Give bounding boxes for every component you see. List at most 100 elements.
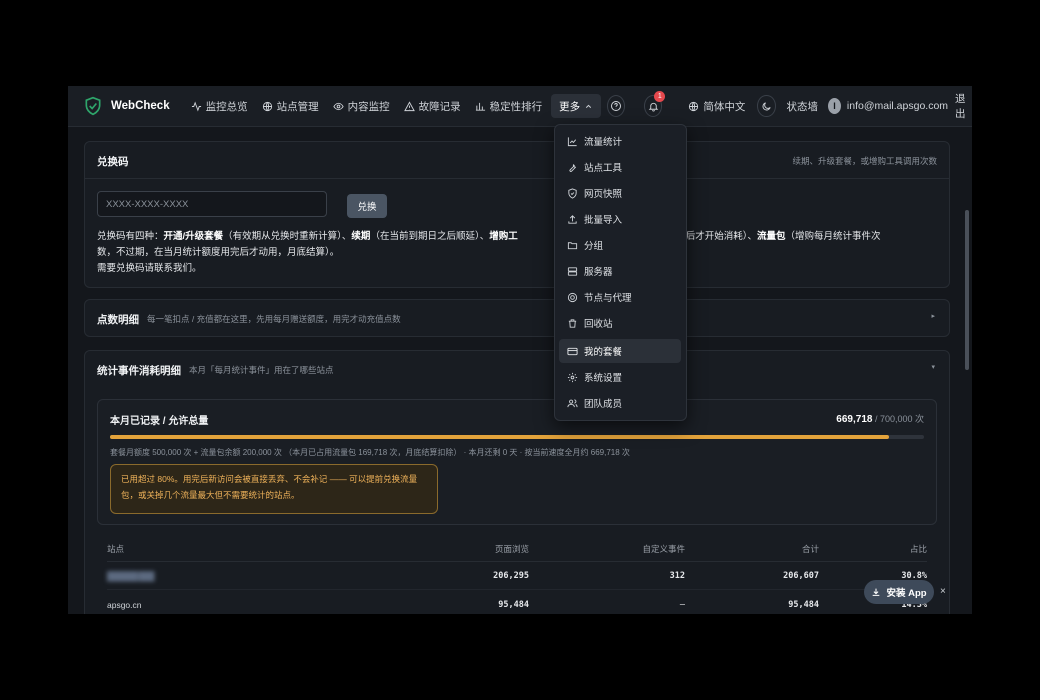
row-site-blurred[interactable]: ██████ ███ [107,571,155,581]
menu-item-system-settings[interactable]: 系统设置 [559,365,681,389]
menu-label: 站点工具 [584,163,623,174]
stats-card: 统计事件消耗明细 本月「每月统计事件」用在了哪些站点 ▾ 本月已记录 / 允许总… [84,350,950,614]
usage-progress-bar [110,435,924,439]
activity-icon [191,101,201,111]
language-label: 简体中文 [703,100,746,113]
caret-down-icon: ▾ [931,364,935,371]
usage-total: / 700,000 次 [872,414,924,424]
folder-icon [567,241,578,249]
wrench-icon [569,163,577,172]
menu-item-recycle-bin[interactable]: 回收站 [559,311,681,335]
language-switcher[interactable]: 简体中文 [681,94,752,118]
main-content: 兑换码 续期、升级套餐，或增购工具调用次数 XXXX-XXXX-XXXX 兑换 … [68,127,972,614]
logout-link[interactable]: 退出 [955,91,972,121]
row-custom-events: – [679,600,685,610]
row-total: 206,607 [783,571,819,581]
menu-item-bulk-import[interactable]: 批量导入 [559,207,681,231]
help-button[interactable] [607,95,626,117]
redeem-title: 兑换码 [97,156,129,168]
nav-label: 站点管理 [276,100,319,113]
menu-label: 节点与代理 [584,293,632,304]
nav-content-monitor[interactable]: 内容监控 [326,94,397,118]
col-site: 站点 [107,544,125,554]
menu-item-nodes-proxies[interactable]: 节点与代理 [559,285,681,309]
usage-panel: 本月已记录 / 允许总量 669,718 / 700,000 次 套餐月额度 5… [97,399,937,525]
nav-monitor-overview[interactable]: 监控总览 [184,94,255,118]
points-card[interactable]: 点数明细 每一笔扣点 / 充值都在这里，先用每月赠送额度，用完才动充值点数 ▸ [84,299,950,337]
upload-icon [568,214,577,224]
eye-icon [332,102,344,110]
redeem-card-header: 兑换码 续期、升级套餐，或增购工具调用次数 [85,142,949,179]
proxy-icon [567,292,578,302]
usage-warning: 已用超过 80%。用完后新访问会被直接丢弃、不会补记 —— 可以提前兑换流量包，… [110,464,438,514]
avatar[interactable]: I [828,98,841,114]
row-pageviews: 95,484 [498,600,529,610]
nav-incident-log[interactable]: 故障记录 [397,94,468,118]
row-custom-events: 312 [669,571,685,581]
chevron-up-icon [586,104,592,108]
status-wall-link[interactable]: 状态墙 [781,94,825,118]
points-title: 点数明细 [97,314,139,326]
notification-badge: 1 [654,91,666,102]
redeem-code-input[interactable]: XXXX-XXXX-XXXX [97,191,327,217]
menu-label: 分组 [584,241,604,252]
logo[interactable]: WebCheck [83,96,170,116]
menu-item-page-snapshot[interactable]: 网页快照 [559,181,681,205]
redeem-hint: 续期、升级套餐，或增购工具调用次数 [792,156,937,166]
menu-label: 流量统计 [584,137,623,148]
usage-used: 669,718 [836,414,873,425]
bell-icon [648,102,659,112]
usage-progress-fill [110,435,889,439]
nav-stability-ranking[interactable]: 稳定性排行 [468,94,550,118]
row-site[interactable]: apsgo.cn [107,600,142,610]
download-icon [873,588,880,596]
redeem-button[interactable]: 兑换 [347,194,387,218]
col-total: 合计 [801,544,819,554]
line-chart-icon [567,136,577,146]
row-pageviews: 206,295 [493,571,529,581]
redeem-card: 兑换码 续期、升级套餐，或增购工具调用次数 XXXX-XXXX-XXXX 兑换 … [84,141,950,288]
notification-button[interactable]: 1 [644,91,666,117]
stats-card-header[interactable]: 统计事件消耗明细 本月「每月统计事件」用在了哪些站点 ▾ [85,351,949,387]
install-app-button[interactable]: 安装 App [864,580,934,604]
close-icon[interactable]: × [940,586,946,597]
row-total: 95,484 [788,600,819,610]
app-window: WebCheck 监控总览 站点管理 内容监控 故障记录 稳定性排行 更多 1 … [68,86,972,614]
menu-item-servers[interactable]: 服务器 [559,259,681,283]
bar-chart-icon [475,102,485,111]
table-header: 站点 页面浏览 自定义事件 合计 占比 [107,537,927,561]
menu-label: 网页快照 [584,189,623,200]
menu-item-traffic-stats[interactable]: 流量统计 [559,129,681,153]
page-scrollbar[interactable] [965,210,969,370]
moon-icon [762,101,771,110]
menu-item-site-tools[interactable]: 站点工具 [559,155,681,179]
status-wall-label: 状态墙 [786,100,819,113]
gear-icon [567,372,578,382]
nav-label: 监控总览 [205,100,248,113]
more-dropdown-menu: 流量统计 站点工具 网页快照 批量导入 分组 服务器 节点与代理 回收站 我的套… [554,124,687,421]
menu-label: 团队成员 [584,399,623,410]
col-share: 占比 [909,544,927,554]
table-divider [107,589,927,590]
server-icon [567,266,578,276]
stats-title: 统计事件消耗明细 [97,365,181,377]
desc-line-3: 需要兑换码请联系我们。 [97,263,202,274]
points-subtitle: 每一笔扣点 / 充值都在这里，先用每月赠送额度，用完才动充值点数 [147,314,401,324]
credit-card-icon [567,347,578,355]
nav-site-management[interactable]: 站点管理 [255,94,326,118]
stats-subtitle: 本月「每月统计事件」用在了哪些站点 [189,365,334,375]
caret-right-icon: ▸ [931,313,935,320]
table-row: apsgo.cn 95,484 – 95,484 14.3% [107,593,927,614]
theme-toggle[interactable] [757,95,776,117]
menu-item-groups[interactable]: 分组 [559,233,681,257]
shield-icon [568,187,577,199]
table-row: ██████ ███ 206,295 312 206,607 30.8% [107,564,927,588]
trash-icon [568,318,577,328]
menu-item-team-members[interactable]: 团队成员 [559,391,681,415]
nav-label: 故障记录 [418,100,461,113]
logo-text: WebCheck [111,100,170,112]
nav-more-button[interactable]: 更多 [551,94,602,118]
users-icon [567,398,578,407]
desc-line-1: 兑换码有四种：开通/升级套餐（有效期从兑换时重新计算）、续期（在当前到期日之后顺… [97,231,881,242]
menu-item-my-plan[interactable]: 我的套餐 [559,339,681,363]
